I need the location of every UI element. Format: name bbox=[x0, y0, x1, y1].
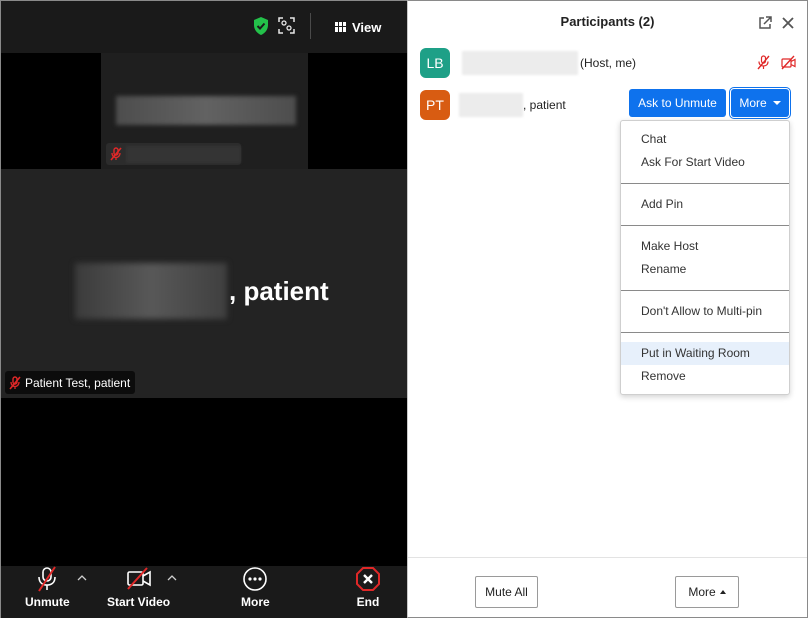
speaker-name-badge: Patient Test, patient bbox=[5, 371, 136, 394]
participants-panel: Participants (2) LB (Host, me) PT , pati… bbox=[407, 0, 808, 618]
menu-item-dont-allow-multipin[interactable]: Don't Allow to Multi-pin bbox=[621, 300, 789, 323]
video-options-caret-icon[interactable] bbox=[167, 574, 177, 582]
menu-item-ask-start-video[interactable]: Ask For Start Video bbox=[621, 151, 789, 174]
menu-item-chat[interactable]: Chat bbox=[621, 128, 789, 151]
video-area: View , patient Patient Test, patient Unm… bbox=[0, 0, 408, 618]
top-bar-divider bbox=[310, 13, 311, 39]
panel-title: Participants (2) bbox=[560, 14, 655, 29]
unmute-button[interactable]: Unmute bbox=[25, 566, 70, 609]
self-name-badge bbox=[106, 143, 241, 165]
blurred-participant-name bbox=[459, 93, 523, 117]
popout-icon[interactable] bbox=[758, 16, 772, 30]
menu-item-make-host[interactable]: Make Host bbox=[621, 235, 789, 258]
more-label: More bbox=[241, 595, 270, 609]
menu-divider bbox=[621, 290, 789, 291]
avatar: LB bbox=[420, 48, 450, 78]
participant-row-host[interactable]: LB (Host, me) bbox=[420, 48, 796, 78]
grid-view-icon bbox=[335, 22, 346, 32]
footer-more-button[interactable]: More bbox=[675, 576, 739, 608]
menu-divider bbox=[621, 225, 789, 226]
end-meeting-button[interactable]: End bbox=[355, 566, 381, 609]
menu-divider bbox=[621, 183, 789, 184]
meeting-toolbar: Unmute Start Video More End bbox=[1, 566, 408, 618]
video-off-icon bbox=[781, 55, 796, 70]
video-off-icon bbox=[126, 567, 151, 590]
active-speaker-tile[interactable]: , patient Patient Test, patient bbox=[1, 169, 408, 398]
participant-role: (Host, me) bbox=[580, 56, 637, 70]
mic-muted-icon bbox=[9, 375, 21, 390]
dropdown-arrow-icon bbox=[772, 101, 781, 105]
speaker-badge-name: Patient Test, patient bbox=[25, 375, 131, 390]
participant-status-icons bbox=[756, 55, 796, 70]
end-label: End bbox=[356, 595, 380, 609]
unmute-label: Unmute bbox=[25, 595, 70, 609]
blurred-speaker-name bbox=[75, 263, 227, 319]
participant-context-menu: Chat Ask For Start Video Add Pin Make Ho… bbox=[620, 120, 790, 395]
blurred-participant-name bbox=[462, 51, 578, 75]
self-video-tile[interactable] bbox=[101, 53, 308, 169]
participant-more-label: More bbox=[739, 96, 767, 110]
meeting-top-bar: View bbox=[1, 1, 408, 53]
menu-item-put-in-waiting-room[interactable]: Put in Waiting Room bbox=[621, 342, 789, 365]
view-label: View bbox=[352, 19, 382, 35]
mic-muted-icon bbox=[110, 147, 122, 161]
menu-item-remove[interactable]: Remove bbox=[621, 365, 789, 388]
end-meeting-icon bbox=[356, 567, 380, 591]
start-video-button[interactable]: Start Video bbox=[107, 566, 170, 609]
menu-item-add-pin[interactable]: Add Pin bbox=[621, 193, 789, 216]
speaker-name-suffix: , patient bbox=[229, 275, 329, 306]
participant-more-button[interactable]: More bbox=[729, 87, 791, 119]
mic-muted-icon bbox=[38, 566, 57, 592]
active-speaker-name: , patient bbox=[75, 263, 329, 319]
blurred-self-name bbox=[126, 145, 241, 163]
caret-up-icon bbox=[719, 590, 726, 594]
avatar: PT bbox=[420, 90, 450, 120]
view-button[interactable]: View bbox=[335, 17, 381, 37]
footer-more-label: More bbox=[688, 585, 716, 599]
participant-role: , patient bbox=[523, 98, 566, 112]
participants-footer: Mute All More bbox=[408, 557, 807, 617]
start-video-label: Start Video bbox=[107, 595, 171, 609]
audio-options-caret-icon[interactable] bbox=[77, 574, 87, 582]
menu-item-rename[interactable]: Rename bbox=[621, 258, 789, 281]
mic-muted-icon bbox=[757, 55, 770, 70]
mute-all-button[interactable]: Mute All bbox=[475, 576, 538, 608]
security-shield-icon[interactable] bbox=[253, 17, 269, 35]
ask-to-unmute-button[interactable]: Ask to Unmute bbox=[629, 89, 726, 117]
more-dots-icon bbox=[243, 567, 268, 591]
close-icon[interactable] bbox=[781, 16, 795, 30]
more-options-button[interactable]: More bbox=[241, 566, 270, 609]
focus-layout-icon[interactable] bbox=[278, 17, 295, 34]
blurred-name-area bbox=[116, 96, 296, 125]
menu-divider bbox=[621, 332, 789, 333]
